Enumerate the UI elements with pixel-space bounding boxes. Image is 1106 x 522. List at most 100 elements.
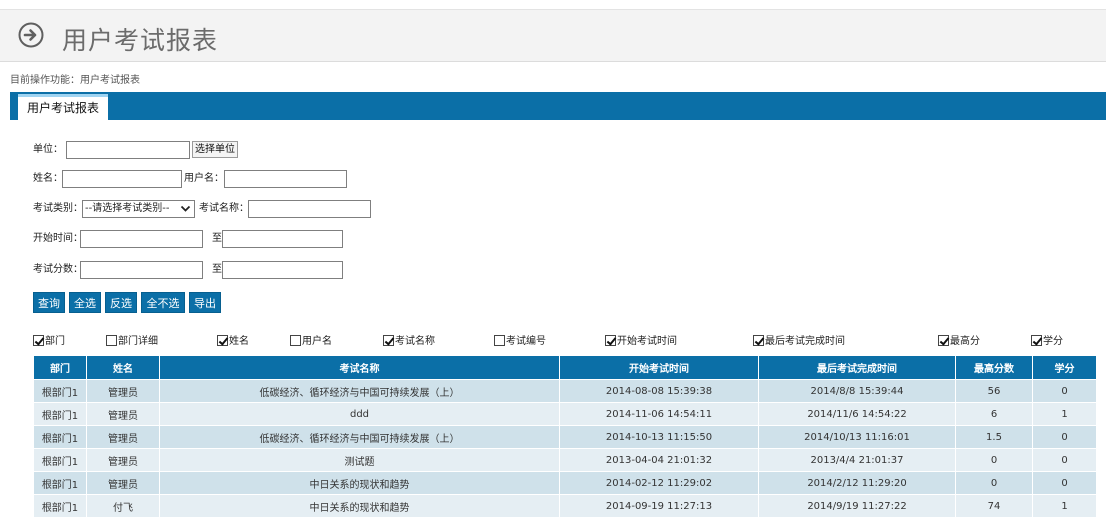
query-button[interactable]: 查询 [33,292,65,313]
check-icon[interactable] [1031,335,1042,346]
unit-input[interactable] [66,141,190,159]
chevron-down-icon [180,203,191,214]
unit-row: 单位： 选择单位 [33,141,283,159]
toggle-username[interactable]: 用户名 [290,335,332,351]
name-row: 姓名： 用户名： [33,170,363,188]
check-icon[interactable] [33,335,44,346]
cell-department: 根部门1 [33,425,87,449]
cell-start-time: 2014-11-06 14:54:11 [559,402,759,426]
table-row: 根部门1 管理员 ddd 2014-11-06 14:54:11 2014/11… [33,402,1097,426]
toggle-exam-number[interactable]: 考试编号 [494,335,546,351]
start-time-row: 开始时间： 至 [33,230,353,248]
score-label: 考试分数： [33,264,83,275]
tab-bar: 用户考试报表 [10,92,1106,120]
toggle-name[interactable]: 姓名 [217,335,249,351]
name-input[interactable] [62,170,182,188]
category-select[interactable]: --请选择考试类别-- [82,200,195,218]
cell-name: 管理员 [86,448,160,472]
invert-selection-button[interactable]: 反选 [105,292,137,313]
cell-department: 根部门1 [33,494,87,518]
column-toggles: 部门 部门详细 姓名 用户名 考试名称 考试编号 开始考试时间 最后考试完成时间… [0,335,1106,351]
toggle-department[interactable]: 部门 [33,335,65,351]
toggle-exam-name[interactable]: 考试名称 [383,335,435,351]
cell-exam-name: 低碳经济、循环经济与中国可持续发展（上） [159,379,560,403]
cell-credit: 1 [1032,402,1097,426]
check-icon[interactable] [753,335,764,346]
page-title: 用户考试报表 [62,26,219,55]
cell-last-finish-time: 2013/4/4 21:01:37 [758,448,956,472]
cell-start-time: 2014-09-19 11:27:13 [559,494,759,518]
table-row: 根部门1 管理员 低碳经济、循环经济与中国可持续发展（上） 2014-08-08… [33,379,1097,403]
header-department: 部门 [33,355,87,380]
cell-max-score: 0 [955,448,1033,472]
cell-last-finish-time: 2014/10/13 11:16:01 [758,425,956,449]
cell-name: 管理员 [86,402,160,426]
checkbox-icon[interactable] [106,335,117,346]
cell-max-score: 56 [955,379,1033,403]
export-button[interactable]: 导出 [189,292,221,313]
select-unit-button[interactable]: 选择单位 [192,141,238,158]
check-icon[interactable] [217,335,228,346]
cell-department: 根部门1 [33,402,87,426]
cell-credit: 0 [1032,379,1097,403]
check-icon[interactable] [605,335,616,346]
cell-last-finish-time: 2014/2/12 11:29:20 [758,471,956,495]
cell-credit: 0 [1032,425,1097,449]
exam-name-input[interactable] [248,200,371,218]
toggle-department-detail[interactable]: 部门详细 [106,335,158,351]
select-none-button[interactable]: 全不选 [141,292,185,313]
cell-start-time: 2014-02-12 11:29:02 [559,471,759,495]
name-label: 姓名： [33,173,63,184]
exam-name-label: 考试名称： [199,203,249,214]
start-time-to-input[interactable] [222,230,343,248]
cell-name: 管理员 [86,471,160,495]
select-all-button[interactable]: 全选 [69,292,101,313]
start-time-label: 开始时间： [33,233,83,244]
score-from-input[interactable] [80,261,203,279]
report-table: 部门 姓名 考试名称 开始考试时间 最后考试完成时间 最高分数 学分 根部门1 … [33,355,1097,518]
cell-start-time: 2013-04-04 21:01:32 [559,448,759,472]
header-start-time: 开始考试时间 [559,355,759,380]
cell-credit: 0 [1032,448,1097,472]
header-credit: 学分 [1032,355,1097,380]
cell-last-finish-time: 2014/11/6 14:54:22 [758,402,956,426]
toggle-last-finish-time[interactable]: 最后考试完成时间 [753,335,845,351]
start-time-from-input[interactable] [80,230,203,248]
title-bar: 用户考试报表 [0,10,1106,62]
username-label: 用户名： [184,173,224,184]
cell-last-finish-time: 2014/8/8 15:39:44 [758,379,956,403]
toggle-max-score[interactable]: 最高分 [938,335,980,351]
cell-exam-name: 中日关系的现状和趋势 [159,471,560,495]
checkbox-icon[interactable] [494,335,505,346]
cell-max-score: 1.5 [955,425,1033,449]
header-last-finish-time: 最后考试完成时间 [758,355,956,380]
table-header-row: 部门 姓名 考试名称 开始考试时间 最后考试完成时间 最高分数 学分 [33,355,1097,380]
cell-name: 管理员 [86,379,160,403]
score-to-label: 至 [212,264,222,275]
cell-name: 管理员 [86,425,160,449]
toggle-start-time[interactable]: 开始考试时间 [605,335,677,351]
category-row: 考试类别： --请选择考试类别-- 考试名称： [33,200,383,218]
check-icon[interactable] [383,335,394,346]
checkbox-icon[interactable] [290,335,301,346]
check-icon[interactable] [938,335,949,346]
tab-user-exam-report[interactable]: 用户考试报表 [18,94,109,120]
table-row: 根部门1 付飞 中日关系的现状和趋势 2014-09-19 11:27:13 2… [33,494,1097,518]
cell-max-score: 0 [955,471,1033,495]
username-input[interactable] [224,170,347,188]
cell-exam-name: 测试题 [159,448,560,472]
cell-exam-name: 中日关系的现状和趋势 [159,494,560,518]
table-row: 根部门1 管理员 低碳经济、循环经济与中国可持续发展（上） 2014-10-13… [33,425,1097,449]
score-to-input[interactable] [222,261,343,279]
header-name: 姓名 [86,355,160,380]
toggle-credit[interactable]: 学分 [1031,335,1063,351]
cell-department: 根部门1 [33,471,87,495]
start-time-to-label: 至 [212,233,222,244]
category-selected-value: --请选择考试类别-- [85,203,170,214]
table-row: 根部门1 管理员 测试题 2013-04-04 21:01:32 2013/4/… [33,448,1097,472]
header-max-score: 最高分数 [955,355,1033,380]
table-row: 根部门1 管理员 中日关系的现状和趋势 2014-02-12 11:29:02 … [33,471,1097,495]
cell-exam-name: ddd [159,402,560,426]
score-row: 考试分数： 至 [33,261,353,279]
cell-credit: 0 [1032,471,1097,495]
